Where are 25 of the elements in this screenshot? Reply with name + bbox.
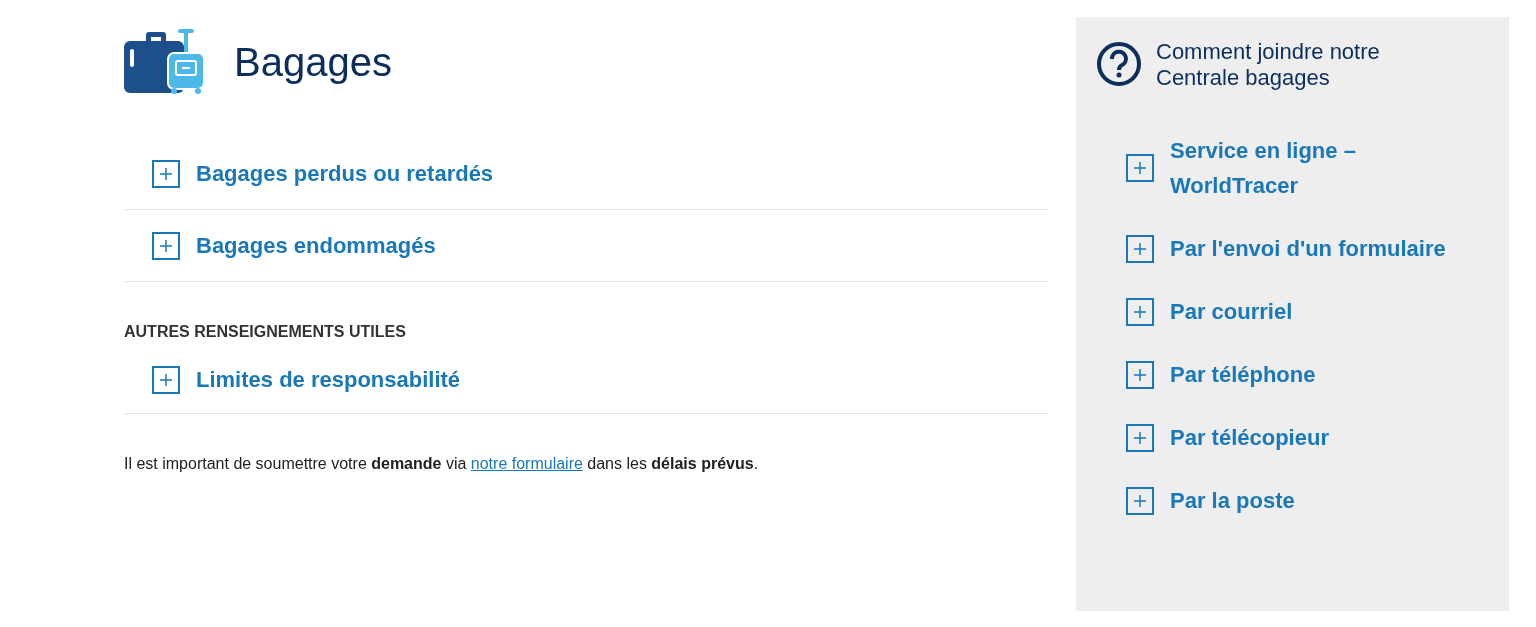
plus-icon xyxy=(152,159,180,188)
form-link[interactable]: notre formulaire xyxy=(470,455,583,472)
plus-icon xyxy=(152,231,180,260)
accordion-toggle[interactable]: Par courriel xyxy=(1126,294,1506,329)
accordion-toggle[interactable]: Par télécopieur xyxy=(1126,420,1506,455)
page-title: Bagages xyxy=(234,42,392,82)
accordion-toggle[interactable]: Par téléphone xyxy=(1126,357,1506,392)
plus-icon xyxy=(152,365,180,394)
accordion-toggle[interactable]: Service en ligne – WorldTracer xyxy=(1126,133,1356,203)
plus-icon xyxy=(1126,360,1154,389)
plus-icon xyxy=(1126,154,1154,182)
accordion-toggle[interactable]: Par l'envoi d'un formulaire xyxy=(1126,231,1506,266)
accordion-toggle[interactable]: Bagages perdus ou retardés xyxy=(152,157,494,190)
plus-icon xyxy=(1126,423,1154,452)
plus-icon xyxy=(1126,297,1154,326)
plus-icon xyxy=(1126,234,1154,263)
help-icon xyxy=(1096,41,1142,87)
plus-icon xyxy=(1126,486,1154,515)
accordion-toggle[interactable]: Limites de responsabilité xyxy=(152,363,461,396)
accordion-toggle[interactable]: Bagages endommagés xyxy=(152,229,436,262)
section-heading: AUTRES RENSEIGNEMENTS UTILES xyxy=(124,322,407,342)
luggage-icon xyxy=(124,29,206,95)
accordion-toggle[interactable]: Par la poste xyxy=(1126,483,1506,518)
sidebar-heading: Comment joindre notre Centrale bagages xyxy=(1156,39,1381,91)
note-text: Il est important de soumettre votre demande via notre formulaire dans les délais prévus. xyxy=(124,454,760,474)
